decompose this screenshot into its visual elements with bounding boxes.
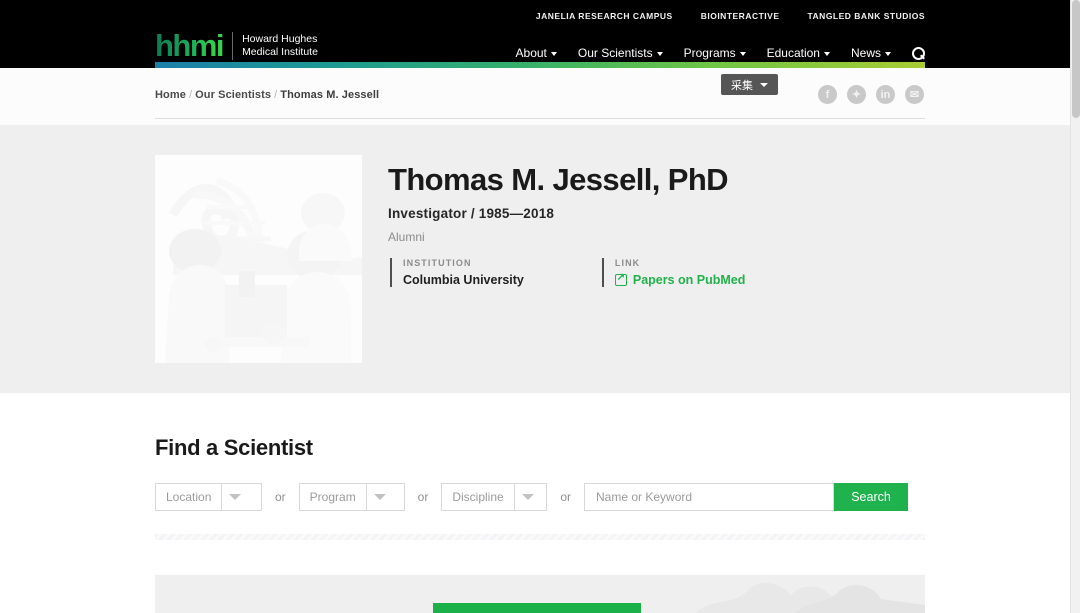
chevron-down-icon: [885, 52, 891, 56]
find-a-scientist-form: Location or Program or Discipline or Sea…: [155, 483, 925, 511]
breadcrumb-item-current: Thomas M. Jessell: [280, 89, 380, 101]
or-label: or: [560, 490, 572, 504]
chevron-down-icon: [656, 52, 663, 56]
nav-item-our-scientists[interactable]: Our Scientists: [578, 46, 663, 60]
page-title: Thomas M. Jessell, PhD: [388, 162, 729, 197]
location-select[interactable]: Location: [155, 483, 262, 511]
status-badge: Alumni: [388, 230, 425, 244]
search-input[interactable]: [584, 483, 835, 511]
email-icon[interactable]: ✉: [905, 85, 924, 104]
page-root: JANELIA RESEARCH CAMPUS BIOINTERACTIVE T…: [0, 0, 1080, 613]
nav-label-about: About: [515, 46, 547, 60]
external-link-icon: [614, 272, 627, 286]
logo-line-2: Medical Institute: [242, 45, 318, 58]
breadcrumb-divider: [155, 118, 925, 119]
breadcrumb: Home / Our Scientists / Thomas M. Jessell: [155, 89, 379, 101]
location-select-label: Location: [166, 490, 212, 504]
nav-label-education: Education: [766, 46, 820, 60]
decorative-divider: [155, 534, 925, 540]
avatar: [155, 155, 362, 363]
logo-wordmark: Howard Hughes Medical Institute: [233, 33, 318, 58]
utility-nav: JANELIA RESEARCH CAMPUS BIOINTERACTIVE T…: [155, 11, 925, 21]
breadcrumb-item-home[interactable]: Home: [155, 89, 186, 101]
search-button[interactable]: Search: [834, 483, 909, 511]
chevron-down-icon: [760, 82, 768, 87]
search-icon[interactable]: [912, 46, 925, 60]
chevron-down-icon: [550, 52, 557, 56]
collect-button-label: 采集: [731, 79, 753, 92]
discipline-select-label: Discipline: [452, 490, 504, 504]
decorative-image: [695, 582, 925, 613]
utility-nav-item-janelia[interactable]: JANELIA RESEARCH CAMPUS: [536, 11, 673, 21]
institution-block: INSTITUTION Columbia University: [390, 258, 524, 287]
chevron-down-icon: [739, 52, 746, 56]
or-label: or: [275, 490, 286, 504]
find-a-scientist-section: Find a Scientist Location or Program or …: [155, 435, 925, 511]
institution-value: Columbia University: [403, 273, 524, 287]
chevron-down-icon: [221, 484, 248, 510]
program-select-label: Program: [309, 490, 356, 504]
site-logo[interactable]: hhmi Howard Hughes Medical Institute: [155, 30, 318, 61]
facebook-icon[interactable]: f: [818, 85, 837, 104]
nav-item-about[interactable]: About: [516, 46, 557, 60]
pubmed-link[interactable]: Papers on PubMed: [614, 272, 746, 287]
nav-label-our-scientists: Our Scientists: [577, 46, 653, 60]
profile-role: Investigator / 1985—2018: [388, 206, 555, 221]
breadcrumb-separator: /: [188, 89, 193, 101]
social-share-bar: f ✦ in ✉: [818, 85, 924, 104]
main-nav: About Our Scientists Programs Education …: [516, 46, 925, 60]
logo-line-1: Howard Hughes: [242, 33, 318, 45]
profile-info: Thomas M. Jessell, PhD Investigator / 19…: [388, 160, 928, 244]
utility-nav-item-tangled-bank[interactable]: TANGLED BANK STUDIOS: [807, 11, 925, 21]
link-label: LINK: [614, 258, 641, 268]
bottom-promo-card: [155, 575, 925, 613]
breadcrumb-item-our-scientists[interactable]: Our Scientists: [195, 89, 271, 101]
institution-label: INSTITUTION: [403, 258, 472, 268]
nav-label-news: News: [850, 46, 881, 60]
profile-meta: INSTITUTION Columbia University LINK Pap…: [390, 258, 930, 287]
utility-nav-item-biointeractive[interactable]: BIOINTERACTIVE: [701, 11, 780, 21]
promo-cta-button[interactable]: [433, 603, 641, 613]
nav-label-programs: Programs: [683, 46, 736, 60]
hhmi-logo-mark: hhmi: [155, 30, 232, 61]
nav-item-education[interactable]: Education: [767, 46, 830, 60]
chevron-down-icon: [365, 484, 393, 510]
program-select[interactable]: Program: [298, 483, 405, 511]
chevron-down-icon: [823, 52, 830, 56]
nav-item-news[interactable]: News: [851, 46, 891, 60]
chevron-down-icon: [513, 484, 541, 510]
link-block: LINK Papers on PubMed: [601, 258, 746, 287]
page-scrollbar[interactable]: [1070, 0, 1080, 613]
nav-item-programs[interactable]: Programs: [684, 46, 746, 60]
discipline-select[interactable]: Discipline: [441, 483, 548, 511]
scrollbar-thumb[interactable]: [1072, 0, 1080, 118]
twitter-icon[interactable]: ✦: [847, 85, 866, 104]
breadcrumb-separator: /: [274, 89, 278, 101]
pubmed-link-label: Papers on PubMed: [632, 273, 746, 287]
collect-button[interactable]: 采集: [721, 74, 778, 95]
linkedin-icon[interactable]: in: [876, 85, 895, 104]
site-header: JANELIA RESEARCH CAMPUS BIOINTERACTIVE T…: [0, 0, 1080, 68]
find-a-scientist-title: Find a Scientist: [155, 435, 313, 460]
or-label: or: [417, 490, 429, 504]
